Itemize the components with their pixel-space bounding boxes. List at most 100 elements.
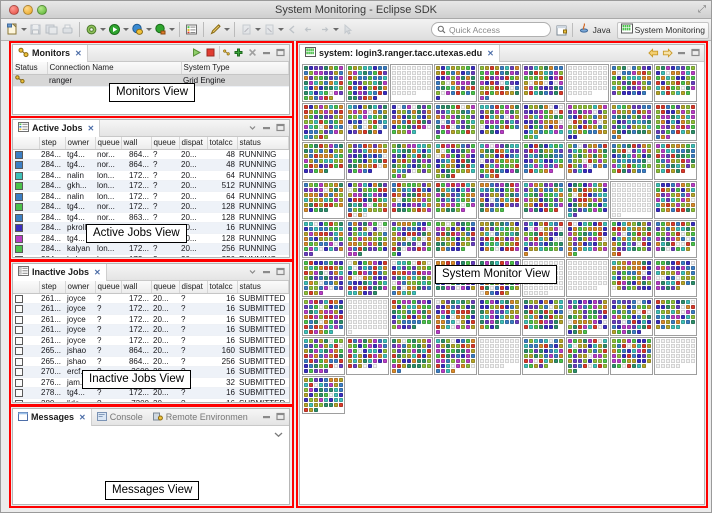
node-cell[interactable]: [671, 135, 675, 139]
node-cell[interactable]: [588, 276, 592, 280]
node-cell[interactable]: [397, 227, 401, 231]
node-cell[interactable]: [466, 164, 470, 168]
node-cell[interactable]: [656, 242, 660, 246]
node-cell[interactable]: [529, 76, 533, 80]
node-cell[interactable]: [691, 188, 695, 192]
node-cell[interactable]: [627, 208, 631, 212]
node-cell[interactable]: [510, 198, 514, 202]
node-cell[interactable]: [691, 120, 695, 124]
node-cell[interactable]: [319, 232, 323, 236]
node-cell[interactable]: [490, 96, 494, 100]
node-cell[interactable]: [622, 339, 626, 343]
node-cell[interactable]: [407, 193, 411, 197]
node-cell[interactable]: [510, 252, 514, 256]
node-cell[interactable]: [676, 144, 680, 148]
node-cell[interactable]: [461, 325, 465, 329]
node-cell[interactable]: [627, 310, 631, 314]
node-cell[interactable]: [656, 349, 660, 353]
node-cell[interactable]: [314, 330, 318, 334]
node-cell[interactable]: [686, 227, 690, 231]
node-cell[interactable]: [309, 208, 313, 212]
open-perspective-icon[interactable]: [554, 23, 569, 38]
node-cell[interactable]: [583, 310, 587, 314]
node-cell[interactable]: [510, 344, 514, 348]
node-cell[interactable]: [647, 266, 651, 270]
node-cell[interactable]: [319, 364, 323, 368]
node-cell[interactable]: [686, 364, 690, 368]
node-cell[interactable]: [554, 330, 558, 334]
node-cell[interactable]: [603, 349, 607, 353]
node-cell[interactable]: [383, 232, 387, 236]
node-cell[interactable]: [632, 252, 636, 256]
node-cell[interactable]: [383, 286, 387, 290]
node-cell[interactable]: [544, 144, 548, 148]
node-cell[interactable]: [515, 310, 519, 314]
node-cell[interactable]: [549, 232, 553, 236]
node-cell[interactable]: [373, 325, 377, 329]
node-cell[interactable]: [466, 315, 470, 319]
node-cell[interactable]: [490, 203, 494, 207]
node-cell[interactable]: [407, 369, 411, 373]
node-cell[interactable]: [676, 91, 680, 95]
node-cell[interactable]: [339, 252, 343, 256]
node-cell[interactable]: [617, 115, 621, 119]
node-cell[interactable]: [495, 364, 499, 368]
node-cell[interactable]: [549, 66, 553, 70]
node-cell[interactable]: [671, 305, 675, 309]
node-cell[interactable]: [515, 369, 519, 373]
node-cell[interactable]: [309, 130, 313, 134]
node-cell[interactable]: [485, 369, 489, 373]
node-cell[interactable]: [329, 203, 333, 207]
node-cell[interactable]: [637, 144, 641, 148]
node-cell[interactable]: [681, 208, 685, 212]
node-cell[interactable]: [456, 330, 460, 334]
node-cell[interactable]: [451, 349, 455, 353]
node-cell[interactable]: [339, 105, 343, 109]
node-cell[interactable]: [681, 300, 685, 304]
node-cell[interactable]: [495, 359, 499, 363]
node-cell[interactable]: [402, 110, 406, 114]
node-cell[interactable]: [339, 115, 343, 119]
node-cell[interactable]: [554, 149, 558, 153]
node-cell[interactable]: [456, 232, 460, 236]
node-cell[interactable]: [324, 349, 328, 353]
node-cell[interactable]: [510, 159, 514, 163]
node-cell[interactable]: [304, 276, 308, 280]
node-cell[interactable]: [549, 174, 553, 178]
node-cell[interactable]: [559, 91, 563, 95]
node-cell[interactable]: [539, 76, 543, 80]
node-cell[interactable]: [681, 130, 685, 134]
node-cell[interactable]: [578, 271, 582, 275]
node-cell[interactable]: [353, 310, 357, 314]
node-cell[interactable]: [549, 325, 553, 329]
node-cell[interactable]: [461, 154, 465, 158]
close-button[interactable]: [9, 4, 19, 15]
node-cell[interactable]: [573, 135, 577, 139]
node-cell[interactable]: [446, 193, 450, 197]
node-cell[interactable]: [427, 193, 431, 197]
node-cell[interactable]: [417, 154, 421, 158]
node-cell[interactable]: [319, 237, 323, 241]
node-cell[interactable]: [671, 81, 675, 85]
node-cell[interactable]: [461, 183, 465, 187]
node-cell[interactable]: [383, 266, 387, 270]
node-cell[interactable]: [436, 81, 440, 85]
node-cell[interactable]: [456, 344, 460, 348]
node-cell[interactable]: [309, 408, 313, 412]
node-cell[interactable]: [593, 237, 597, 241]
node-cell[interactable]: [617, 125, 621, 129]
node-cell[interactable]: [505, 125, 509, 129]
node-cell[interactable]: [348, 291, 352, 295]
node-cell[interactable]: [622, 369, 626, 373]
node-cell[interactable]: [373, 271, 377, 275]
node-cell[interactable]: [329, 193, 333, 197]
node-cell[interactable]: [471, 359, 475, 363]
node-cell[interactable]: [632, 66, 636, 70]
node-cell[interactable]: [681, 135, 685, 139]
node-cell[interactable]: [412, 359, 416, 363]
node-cell[interactable]: [524, 359, 528, 363]
node-cell[interactable]: [622, 330, 626, 334]
node-cell[interactable]: [681, 222, 685, 226]
node-cell[interactable]: [524, 183, 528, 187]
node-cell[interactable]: [383, 310, 387, 314]
